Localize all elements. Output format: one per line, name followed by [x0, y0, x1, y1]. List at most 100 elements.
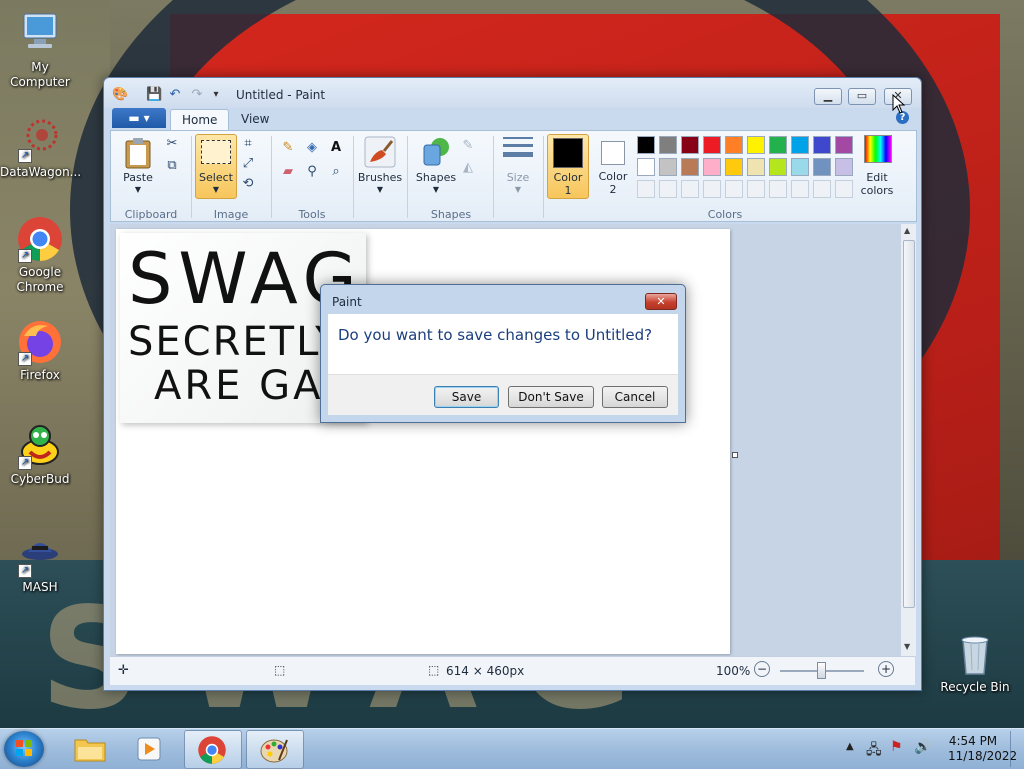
zoom-slider-thumb[interactable] [817, 662, 826, 679]
color-swatch[interactable] [747, 136, 765, 154]
custom-color-slot[interactable] [747, 180, 765, 198]
desktop-icon-datawagon[interactable]: ↗ DataWagon... [0, 115, 81, 180]
tab-view[interactable]: View [230, 109, 280, 130]
custom-color-slot[interactable] [681, 180, 699, 198]
show-desktop-button[interactable] [1010, 731, 1023, 767]
customize-toolbar-icon[interactable]: ▾ [208, 87, 224, 103]
save-button[interactable]: Save [434, 386, 499, 408]
taskbar-chrome[interactable] [184, 730, 242, 769]
color-swatch[interactable] [703, 158, 721, 176]
color-swatch[interactable] [703, 136, 721, 154]
shapes-button[interactable]: Shapes ▼ [413, 135, 459, 197]
taskbar-media-player[interactable] [122, 730, 178, 767]
color-swatch[interactable] [681, 136, 699, 154]
file-menu-button[interactable]: ▬ ▾ [112, 108, 166, 128]
maximize-button[interactable]: ▭ [848, 88, 876, 105]
color-swatch[interactable] [725, 158, 743, 176]
edit-colors-button[interactable]: Edit colors [857, 135, 897, 197]
custom-color-slot[interactable] [725, 180, 743, 198]
resize-icon[interactable]: ⤢ [239, 155, 257, 173]
dont-save-button[interactable]: Don't Save [508, 386, 594, 408]
outline-icon[interactable]: ✎ [459, 137, 477, 155]
color-picker-icon[interactable]: ⚲ [303, 163, 321, 181]
custom-color-slot[interactable] [835, 180, 853, 198]
desktop-icon-firefox[interactable]: ↗ Firefox [0, 318, 80, 383]
magnifier-icon[interactable]: ⌕ [327, 163, 345, 181]
start-button[interactable] [4, 731, 44, 767]
taskbar-explorer[interactable] [62, 730, 118, 767]
eraser-icon[interactable]: ▰ [279, 163, 297, 181]
paste-button[interactable]: Paste ▼ [116, 135, 160, 197]
scroll-down-icon[interactable]: ▼ [904, 642, 910, 651]
size-button[interactable]: Size ▼ [497, 135, 539, 197]
custom-color-slot[interactable] [813, 180, 831, 198]
text-icon[interactable]: A [327, 139, 345, 157]
canvas-resize-handle[interactable] [732, 452, 738, 458]
dialog-buttons: Save Don't Save Cancel [328, 374, 678, 415]
fill-style-icon[interactable]: ◭ [459, 159, 477, 177]
shortcut-arrow-icon: ↗ [18, 564, 32, 578]
volume-icon[interactable]: 🔊 [914, 739, 931, 755]
zoom-out-icon[interactable]: − [754, 661, 770, 677]
desktop-icon-label: Google Chrome [16, 265, 64, 294]
scroll-up-icon[interactable]: ▲ [904, 226, 910, 235]
brushes-button[interactable]: Brushes ▼ [357, 135, 403, 197]
custom-color-slot[interactable] [703, 180, 721, 198]
windows-logo-icon [16, 740, 32, 756]
color-swatch[interactable] [747, 158, 765, 176]
color-swatch[interactable] [791, 158, 809, 176]
scrollbar-thumb[interactable] [903, 240, 915, 608]
paint-app-icon[interactable]: 🎨 [112, 87, 128, 103]
redo-icon[interactable]: ↷ [189, 87, 205, 103]
color-swatch[interactable] [659, 136, 677, 154]
desktop-icon-recycle-bin[interactable]: Recycle Bin [935, 630, 1015, 695]
crop-icon[interactable]: ⌗ [239, 135, 257, 153]
color-swatch[interactable] [725, 136, 743, 154]
color-swatch[interactable] [681, 158, 699, 176]
color-swatch[interactable] [637, 136, 655, 154]
undo-icon[interactable]: ↶ [167, 87, 183, 103]
desktop-icon-cyberbud[interactable]: ↗ CyberBud [0, 422, 80, 487]
tab-home[interactable]: Home [170, 109, 230, 131]
color-swatch[interactable] [659, 158, 677, 176]
color-swatch[interactable] [835, 136, 853, 154]
action-center-icon[interactable]: ⚑ [890, 739, 903, 755]
computer-icon [16, 10, 64, 58]
color1-button[interactable]: Color 1 [547, 134, 589, 199]
show-hidden-icons[interactable]: ▲ [846, 741, 854, 752]
color2-button[interactable]: Color 2 [593, 134, 633, 197]
color-swatch[interactable] [813, 136, 831, 154]
selection-size-icon: ⬚ [274, 663, 286, 677]
desktop-icon-label: MASH [22, 580, 58, 594]
save-icon[interactable]: 💾 [146, 87, 162, 103]
cancel-button[interactable]: Cancel [602, 386, 668, 408]
color-swatch[interactable] [769, 136, 787, 154]
color-swatch[interactable] [769, 158, 787, 176]
vertical-scrollbar[interactable]: ▲ ▼ [900, 224, 916, 656]
clock[interactable]: 4:54 PM 11/18/2022 [948, 734, 1017, 764]
custom-color-slot[interactable] [791, 180, 809, 198]
desktop-icon-chrome[interactable]: ↗ Google Chrome [0, 215, 80, 295]
select-button[interactable]: Select ▼ [195, 134, 237, 199]
desktop-icon-my-computer[interactable]: My Computer [0, 10, 80, 90]
fill-icon[interactable]: ◈ [303, 139, 321, 157]
zoom-in-icon[interactable]: + [878, 661, 894, 677]
dialog-close-button[interactable]: ✕ [645, 293, 677, 310]
custom-color-slot[interactable] [769, 180, 787, 198]
custom-color-slot[interactable] [659, 180, 677, 198]
color-swatch[interactable] [835, 158, 853, 176]
title-bar[interactable]: 🎨 💾 ↶ ↷ ▾ Untitled - Paint ▁ ▭ ✕ [104, 78, 921, 108]
custom-color-slot[interactable] [637, 180, 655, 198]
minimize-button[interactable]: ▁ [814, 88, 842, 105]
network-icon[interactable]: 🖧 [866, 739, 882, 763]
status-bar: ✛ ⬚ ⬚ 614 × 460px 100% − + [110, 656, 915, 685]
cut-icon[interactable]: ✂ [163, 135, 181, 153]
desktop-icon-mash[interactable]: ↗ MASH [0, 530, 80, 595]
taskbar-paint[interactable] [246, 730, 304, 769]
color-swatch[interactable] [813, 158, 831, 176]
pencil-icon[interactable]: ✎ [279, 139, 297, 157]
color-swatch[interactable] [791, 136, 809, 154]
copy-icon[interactable]: ⧉ [163, 157, 181, 175]
color-swatch[interactable] [637, 158, 655, 176]
rotate-icon[interactable]: ⟲ [239, 175, 257, 193]
